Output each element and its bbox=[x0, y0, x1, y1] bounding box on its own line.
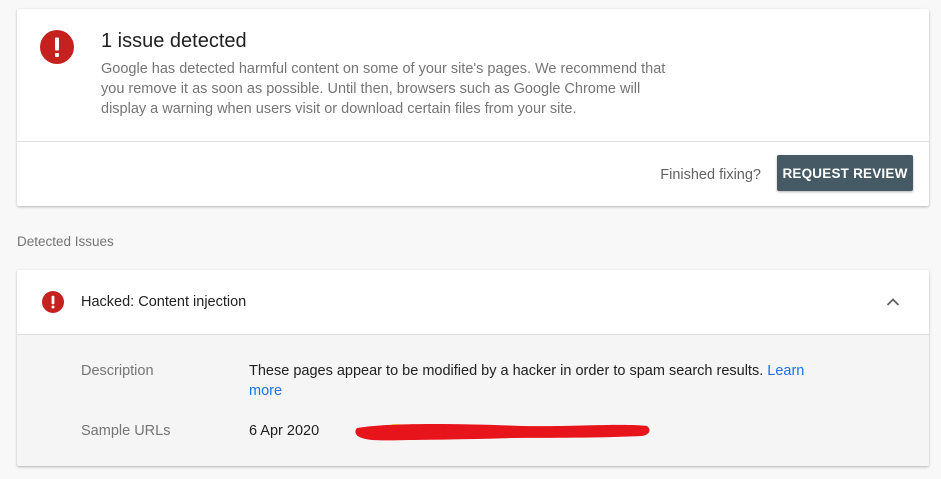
summary-title: 1 issue detected bbox=[101, 30, 247, 52]
issue-header[interactable]: Hacked: Content injection bbox=[17, 270, 929, 334]
issue-card: Hacked: Content injection Description Th… bbox=[17, 270, 929, 466]
chevron-up-icon[interactable] bbox=[885, 294, 901, 310]
description-value: These pages appear to be modified by a h… bbox=[249, 361, 839, 401]
divider bbox=[17, 141, 929, 142]
redacted-url-scribble bbox=[355, 424, 650, 441]
sample-url-date: 6 Apr 2020 bbox=[249, 423, 320, 439]
description-label: Description bbox=[81, 363, 154, 379]
alert-circle-icon bbox=[42, 291, 64, 313]
sample-urls-label: Sample URLs bbox=[81, 423, 171, 439]
detected-issues-heading: Detected Issues bbox=[17, 234, 114, 249]
description-text: These pages appear to be modified by a h… bbox=[249, 363, 764, 379]
summary-description: Google has detected harmful content on s… bbox=[101, 61, 666, 117]
issue-title: Hacked: Content injection bbox=[81, 294, 247, 310]
alert-circle-icon bbox=[40, 30, 74, 64]
issue-summary-card: 1 issue detected Google has detected har… bbox=[17, 9, 929, 206]
issue-details: Description These pages appear to be mod… bbox=[17, 334, 929, 466]
request-review-button[interactable]: REQUEST REVIEW bbox=[777, 155, 913, 191]
finished-fixing-label: Finished fixing? bbox=[660, 167, 761, 183]
